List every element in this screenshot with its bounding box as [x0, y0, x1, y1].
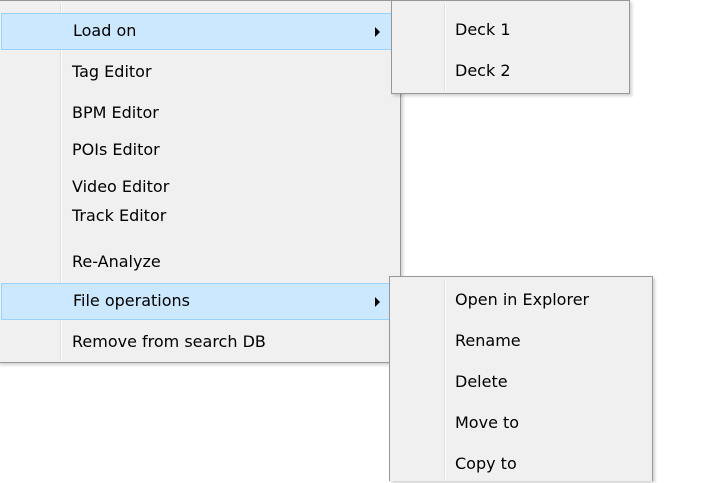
menu-item-copy-to[interactable]: Copy to: [393, 446, 649, 483]
menu-item-bpm-editor[interactable]: BPM Editor: [1, 95, 398, 132]
chevron-right-icon: [375, 27, 380, 37]
menu-item-label: Delete: [455, 372, 508, 391]
chevron-right-icon: [375, 297, 380, 307]
menu-item-remove-from-search-db[interactable]: Remove from search DB: [1, 324, 398, 361]
menu-item-delete[interactable]: Delete: [393, 364, 649, 401]
menu-item-label: Track Editor: [72, 206, 167, 225]
menu-item-tag-editor[interactable]: Tag Editor: [1, 54, 398, 91]
menu-item-rename[interactable]: Rename: [393, 323, 649, 360]
menu-item-label: Deck 2: [455, 61, 511, 80]
menu-item-label: POIs Editor: [72, 140, 160, 159]
file-operations-submenu: Open in Explorer Rename Delete Move to C…: [389, 276, 653, 481]
menu-item-label: Tag Editor: [72, 62, 152, 81]
menu-item-pois-editor[interactable]: POIs Editor: [1, 132, 398, 169]
menu-item-track-editor[interactable]: Track Editor: [1, 198, 398, 235]
menu-item-label: Video Editor: [72, 177, 170, 196]
menu-item-label: Load on: [73, 21, 137, 40]
context-menu: Load on Tag Editor BPM Editor POIs Edito…: [0, 0, 401, 363]
load-on-submenu: Deck 1 Deck 2: [391, 0, 630, 94]
menu-item-deck-1[interactable]: Deck 1: [395, 12, 626, 49]
menu-item-file-operations[interactable]: File operations: [1, 283, 398, 320]
menu-item-open-in-explorer[interactable]: Open in Explorer: [393, 282, 649, 319]
menu-item-label: Deck 1: [455, 20, 511, 39]
menu-item-label: BPM Editor: [72, 103, 159, 122]
menu-item-load-on[interactable]: Load on: [1, 13, 398, 50]
menu-item-move-to[interactable]: Move to: [393, 405, 649, 442]
menu-item-label: Move to: [455, 413, 520, 432]
menu-item-label: Re-Analyze: [72, 252, 161, 271]
menu-item-label: Rename: [455, 331, 521, 350]
menu-item-label: Open in Explorer: [455, 290, 590, 309]
menu-item-label: File operations: [73, 291, 191, 310]
menu-item-label: Remove from search DB: [72, 332, 266, 351]
menu-item-label: Copy to: [455, 454, 517, 473]
menu-item-re-analyze[interactable]: Re-Analyze: [1, 244, 398, 281]
menu-item-deck-2[interactable]: Deck 2: [395, 53, 626, 90]
